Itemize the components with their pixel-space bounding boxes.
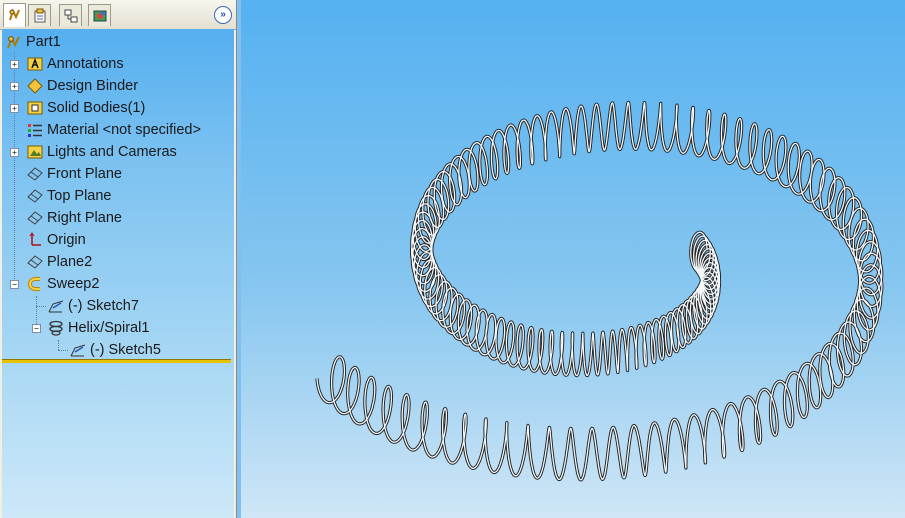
tree-root-part1[interactable]: Part1 — [6, 32, 61, 52]
tree-item-label: Lights and Cameras — [47, 144, 177, 160]
spring-wire-edge — [315, 100, 884, 482]
feature-manager-panel: » Part1 + Annotations + Design Binder + — [0, 0, 237, 518]
tree-root-label: Part1 — [26, 34, 61, 50]
tree-item-label: Material <not specified> — [47, 122, 201, 138]
tree-item-label: Right Plane — [47, 210, 122, 226]
tree-item-annotations[interactable]: Annotations — [27, 54, 124, 74]
plane-icon — [27, 211, 43, 225]
tree-item-sweep2[interactable]: Sweep2 — [27, 274, 99, 294]
expand-panel-button[interactable]: » — [214, 6, 232, 24]
tree-item-label: Plane2 — [47, 254, 93, 270]
sketch-icon — [48, 300, 64, 313]
tree-item-label: Helix/Spiral1 — [68, 320, 150, 336]
tree-item-solid-bodies[interactable]: Solid Bodies(1) — [27, 98, 145, 118]
graphics-viewport[interactable] — [241, 0, 905, 518]
feature-tree-icon — [9, 8, 20, 21]
tree-item-sketch5[interactable]: (-) Sketch5 — [70, 340, 161, 360]
tree-item-top-plane[interactable]: Top Plane — [27, 186, 112, 206]
collapse-toggle[interactable]: − — [10, 280, 19, 289]
expand-toggle[interactable]: + — [10, 104, 19, 113]
display-manager-tab[interactable] — [88, 4, 111, 26]
tree-item-right-plane[interactable]: Right Plane — [27, 208, 122, 228]
property-manager-icon — [34, 8, 46, 23]
tree-item-label: Sweep2 — [47, 276, 100, 292]
design-binder-icon — [27, 78, 43, 94]
tree-item-front-plane[interactable]: Front Plane — [27, 164, 122, 184]
feature-tree-empty-area — [2, 363, 234, 518]
manager-tab-bar: » — [0, 0, 236, 30]
material-icon — [28, 124, 42, 137]
expand-toggle[interactable]: + — [10, 148, 19, 157]
tree-item-design-binder[interactable]: Design Binder — [27, 76, 138, 96]
tree-item-lights-cameras[interactable]: Lights and Cameras — [27, 142, 177, 162]
tree-item-label: Front Plane — [47, 166, 122, 182]
display-manager-icon — [93, 10, 107, 22]
sweep-icon — [27, 276, 41, 292]
plane-icon — [27, 189, 43, 203]
tree-item-label: Top Plane — [47, 188, 112, 204]
solid-bodies-icon — [27, 101, 43, 115]
sketch-icon — [70, 344, 86, 357]
tree-item-material[interactable]: Material <not specified> — [27, 120, 201, 140]
tree-item-sketch7[interactable]: (-) Sketch7 — [48, 296, 139, 316]
tree-item-label: Solid Bodies(1) — [47, 100, 146, 116]
helix-icon — [49, 320, 63, 336]
property-manager-tab[interactable] — [28, 4, 51, 26]
feature-manager-tab[interactable] — [3, 3, 26, 27]
tree-connector — [58, 340, 59, 350]
collapse-toggle[interactable]: − — [32, 324, 41, 333]
plane-icon — [27, 167, 43, 181]
configuration-manager-tab[interactable] — [59, 4, 82, 26]
tree-connector — [58, 350, 68, 351]
spiral-spring-model — [315, 100, 884, 482]
tree-item-label: (-) Sketch5 — [90, 342, 161, 358]
annotations-icon — [27, 57, 43, 71]
configuration-manager-icon — [64, 9, 78, 23]
tree-item-label: Origin — [47, 232, 86, 248]
part-icon — [7, 35, 20, 49]
tree-item-helix-spiral1[interactable]: Helix/Spiral1 — [48, 318, 149, 338]
tree-item-label: (-) Sketch7 — [68, 298, 139, 314]
origin-icon — [29, 232, 41, 246]
tree-item-label: Design Binder — [47, 78, 139, 94]
tree-connector — [36, 306, 46, 307]
tree-item-label: Annotations — [47, 56, 124, 72]
tree-item-origin[interactable]: Origin — [27, 230, 86, 250]
tree-item-plane2[interactable]: Plane2 — [27, 252, 92, 272]
expand-toggle[interactable]: + — [10, 60, 19, 69]
plane-icon — [27, 255, 43, 269]
expand-toggle[interactable]: + — [10, 82, 19, 91]
lights-cameras-icon — [27, 145, 43, 159]
